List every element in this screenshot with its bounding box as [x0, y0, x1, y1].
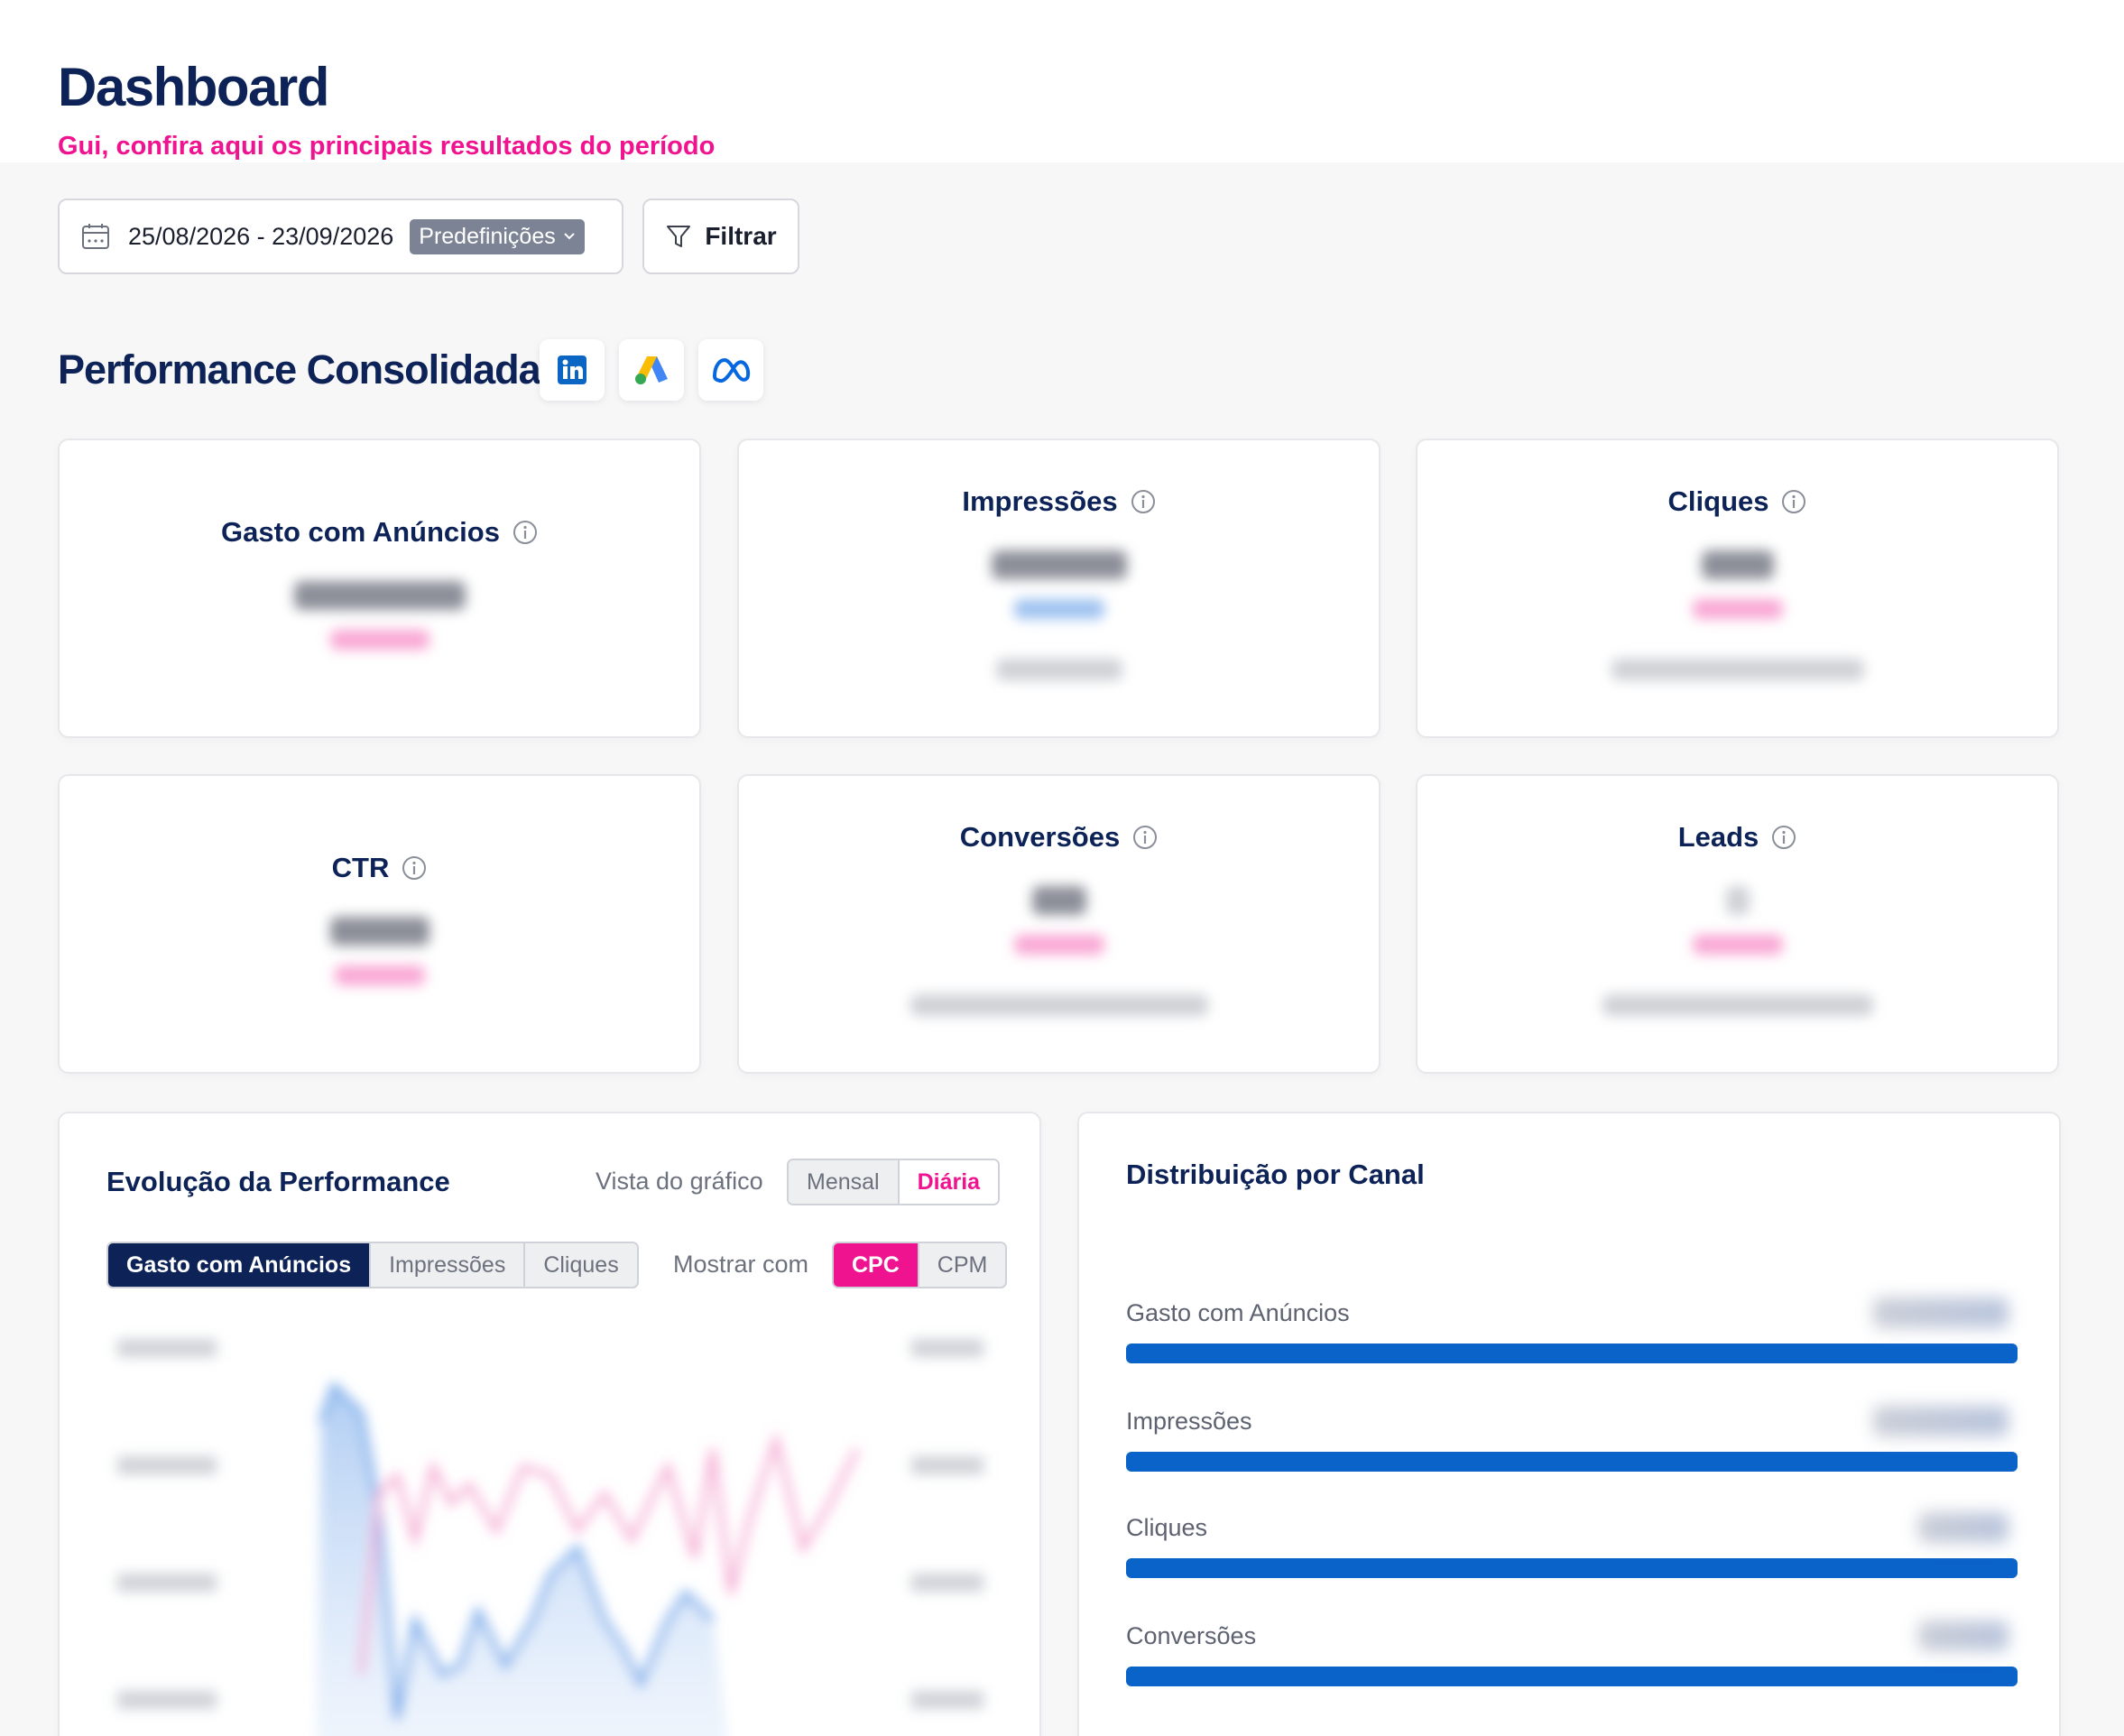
presets-label: Predefinições [419, 223, 556, 249]
info-icon[interactable] [1771, 825, 1796, 850]
info-icon[interactable] [402, 855, 427, 881]
view-label: Vista do gráfico [596, 1168, 763, 1195]
metric-card-conversions: Conversões [737, 774, 1381, 1074]
info-icon[interactable] [513, 520, 538, 545]
metric-delta-blurred [329, 630, 429, 650]
show-with-label: Mostrar com [673, 1251, 809, 1278]
view-option-monthly[interactable]: Mensal [789, 1160, 898, 1204]
show-with-toggle: CPC CPM [832, 1242, 1008, 1288]
linkedin-filter-button[interactable] [540, 339, 605, 401]
metric-delta-blurred [1692, 935, 1783, 955]
chart-title: Evolução da Performance [106, 1166, 450, 1197]
distribution-value-blurred [1918, 1512, 2009, 1543]
metric-tabs: Gasto com Anúncios Impressões Cliques [106, 1242, 639, 1288]
metric-value-blurred [991, 550, 1127, 579]
google-ads-filter-button[interactable] [619, 339, 684, 401]
distribution-bar [1126, 1558, 2018, 1578]
performance-chart-card: Evolução da Performance Vista do gráfico… [58, 1112, 1041, 1736]
distribution-row: Gasto com Anúncios [1126, 1297, 2018, 1363]
google-ads-icon [635, 356, 668, 384]
metric-delta-blurred [1692, 599, 1783, 619]
view-option-daily[interactable]: Diária [897, 1160, 999, 1204]
option-cpm[interactable]: CPM [917, 1243, 1006, 1287]
distribution-row: Conversões [1126, 1621, 2018, 1686]
metric-label: Conversões [959, 821, 1121, 853]
metric-value-blurred [293, 581, 466, 610]
chevron-down-icon [564, 233, 575, 240]
section-title: Performance Consolidada [58, 346, 541, 392]
metric-value-blurred [1725, 886, 1750, 915]
metric-value-blurred [329, 917, 429, 946]
date-range-picker[interactable]: 25/08/2026 - 23/09/2026 Predefinições [58, 199, 623, 274]
view-toggle: Mensal Diária [787, 1159, 1001, 1205]
metric-label: Cliques [1667, 485, 1769, 517]
metric-label: Leads [1677, 821, 1759, 853]
meta-filter-button[interactable] [698, 339, 763, 401]
distribution-value-blurred [1918, 1621, 2009, 1651]
filter-button[interactable]: Filtrar [642, 199, 799, 274]
metric-delta-blurred [334, 965, 425, 985]
blurred-chart [117, 1339, 984, 1736]
page-title: Dashboard [58, 57, 329, 117]
tab-impressions[interactable]: Impressões [369, 1243, 524, 1287]
metric-value-blurred [1031, 886, 1086, 915]
metric-card-impressions: Impressões [737, 439, 1381, 738]
linkedin-icon [558, 356, 586, 384]
metric-delta-blurred [1013, 599, 1104, 619]
info-icon[interactable] [1131, 489, 1156, 514]
meta-icon [713, 358, 751, 383]
option-cpc[interactable]: CPC [834, 1243, 918, 1287]
tab-clicks[interactable]: Cliques [523, 1243, 637, 1287]
distribution-label: Cliques [1126, 1514, 1208, 1541]
metric-sub-blurred [995, 659, 1122, 680]
distribution-row: Impressões [1126, 1406, 2018, 1472]
distribution-label: Conversões [1126, 1622, 1257, 1649]
metric-card-ctr: CTR [58, 774, 701, 1074]
metric-label: Impressões [962, 485, 1118, 517]
page-subtitle: Gui, confira aqui os principais resultad… [58, 132, 716, 161]
metric-label: Gasto com Anúncios [221, 516, 500, 548]
metric-card-ad-spend: Gasto com Anúncios [58, 439, 701, 738]
distribution-row: Cliques [1126, 1512, 2018, 1578]
metric-sub-blurred [1611, 659, 1864, 680]
distribution-value-blurred [1873, 1406, 2009, 1436]
distribution-bar [1126, 1344, 2018, 1363]
metric-sub-blurred [910, 994, 1208, 1016]
filter-label: Filtrar [705, 222, 777, 250]
date-range-text: 25/08/2026 - 23/09/2026 [128, 222, 394, 250]
channel-distribution-card: Distribuição por Canal Gasto com Anúncio… [1077, 1112, 2061, 1736]
metric-delta-blurred [1013, 935, 1104, 955]
calendar-icon [82, 224, 109, 249]
distribution-value-blurred [1873, 1297, 2009, 1328]
presets-dropdown[interactable]: Predefinições [410, 218, 585, 254]
info-icon[interactable] [1781, 489, 1806, 514]
distribution-bar [1126, 1452, 2018, 1472]
metric-label: CTR [331, 852, 390, 883]
tab-ad-spend[interactable]: Gasto com Anúncios [108, 1243, 370, 1287]
info-icon[interactable] [1132, 825, 1158, 850]
filter-icon [667, 226, 691, 247]
metric-sub-blurred [1602, 994, 1873, 1016]
metric-card-leads: Leads [1416, 774, 2059, 1074]
distribution-bar [1126, 1667, 2018, 1686]
metric-value-blurred [1701, 550, 1774, 579]
metric-card-clicks: Cliques [1416, 439, 2059, 738]
distribution-title: Distribuição por Canal [1126, 1159, 1425, 1190]
